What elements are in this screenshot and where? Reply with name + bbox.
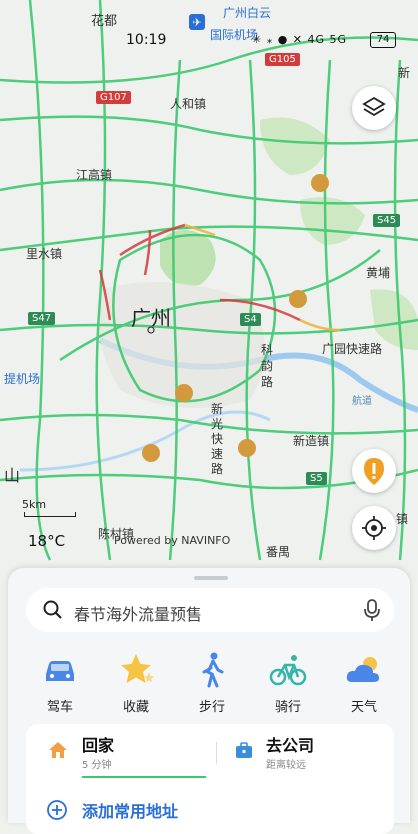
- microphone-icon[interactable]: [362, 598, 382, 622]
- home-eta-bar: [82, 776, 206, 778]
- go-home-shortcut[interactable]: 回家 5 分钟: [26, 724, 216, 780]
- locate-button[interactable]: [352, 506, 396, 550]
- layers-button[interactable]: [352, 86, 396, 130]
- map-label-xinguang: 新 光 快 速 路: [211, 402, 224, 476]
- map-label-huadu: 花都: [91, 14, 118, 29]
- status-time: 10:19: [126, 32, 167, 48]
- map-label-huangpu: 黄埔: [366, 266, 391, 280]
- map-label-channel: 航道: [352, 396, 372, 407]
- quick-action-drive-label: 驾车: [46, 700, 73, 715]
- highway-shield-g105: G105: [265, 53, 300, 66]
- highway-shield-s5: S5: [306, 472, 327, 485]
- layers-icon: [362, 96, 386, 117]
- map-label-zhen-right: 镇: [396, 512, 409, 526]
- search-icon: [43, 600, 62, 619]
- status-icons: ✳ ⁎ ● ✕ 4G 5G: [252, 33, 348, 46]
- destinations-card: 回家 5 分钟 去公司 距离较远 添加常用地址: [26, 724, 394, 834]
- quick-action-drive[interactable]: 驾车: [26, 648, 94, 715]
- search-bar[interactable]: 春节海外流量预售: [26, 588, 394, 632]
- map-label-airport-top: 广州白云: [223, 6, 272, 20]
- warning-icon: [364, 458, 384, 485]
- map-label-jianggao: 江高镇: [76, 168, 113, 182]
- map-label-kejun: 科 韵 路: [261, 343, 274, 389]
- highway-shield-s4: S4: [240, 313, 261, 326]
- quick-action-walk[interactable]: 步行: [178, 648, 246, 715]
- alert-button[interactable]: [352, 449, 396, 493]
- quick-action-weather-label: 天气: [350, 700, 377, 715]
- add-address-row[interactable]: 添加常用地址: [26, 790, 394, 830]
- map-label-renhe: 人和镇: [170, 97, 207, 111]
- locate-icon: [362, 516, 386, 540]
- map-label-shan: 山: [4, 466, 21, 485]
- home-title: 回家: [82, 736, 115, 755]
- quick-action-bike[interactable]: 骑行: [254, 648, 322, 715]
- map-label-xin-right: 新: [398, 66, 411, 80]
- home-eta: 5 分钟: [82, 760, 112, 771]
- bike-icon: [269, 655, 307, 686]
- car-icon: [46, 661, 74, 681]
- sheet-handle[interactable]: [194, 576, 228, 580]
- status-bar: 10:19 ✳ ⁎ ● ✕ 4G 5G 74: [0, 30, 418, 52]
- map-label-lishui: 里水镇: [26, 247, 63, 261]
- quick-action-bike-label: 骑行: [274, 700, 301, 715]
- highway-shield-s45: S45: [373, 214, 401, 227]
- add-address-label: 添加常用地址: [82, 802, 179, 821]
- quick-action-walk-label: 步行: [198, 700, 225, 715]
- map-label-airport-left: 提机场: [4, 372, 41, 386]
- map-scale-bar: [24, 512, 76, 517]
- quick-action-weather[interactable]: 天气: [330, 648, 398, 715]
- work-eta: 距离较远: [266, 760, 306, 771]
- briefcase-icon: [236, 742, 252, 758]
- map-label-guangzhou: 广州: [131, 306, 171, 330]
- weather-temperature: 18°C: [28, 532, 66, 550]
- star-icon: [121, 654, 154, 683]
- battery-icon: 74: [370, 32, 396, 48]
- divider: [216, 742, 217, 764]
- home-icon: [49, 742, 67, 758]
- svg-text:✈: ✈: [192, 16, 201, 29]
- powered-by-label: Powered by NAVINFO: [114, 534, 231, 547]
- map-label-xinzao: 新造镇: [293, 434, 330, 448]
- work-title: 去公司: [266, 736, 315, 755]
- map-label-guangyuan: 广园快速路: [322, 342, 383, 356]
- highway-shield-s47: S47: [28, 312, 56, 325]
- walk-icon: [202, 652, 224, 688]
- map-label-panyu: 番禺: [266, 545, 291, 559]
- add-icon: [47, 800, 67, 820]
- map-scale-label: 5km: [22, 498, 47, 511]
- quick-action-favorites-label: 收藏: [122, 700, 149, 715]
- quick-action-favorites[interactable]: 收藏: [102, 648, 170, 715]
- bottom-sheet: 春节海外流量预售 驾车 收藏 步行 骑行 天气 回家 5 分钟 去公司 距离较远…: [8, 568, 410, 834]
- highway-shield-g107: G107: [96, 91, 131, 104]
- weather-icon: [346, 657, 379, 682]
- go-work-shortcut[interactable]: 去公司 距离较远: [226, 724, 394, 780]
- search-input[interactable]: 春节海外流量预售: [74, 601, 202, 625]
